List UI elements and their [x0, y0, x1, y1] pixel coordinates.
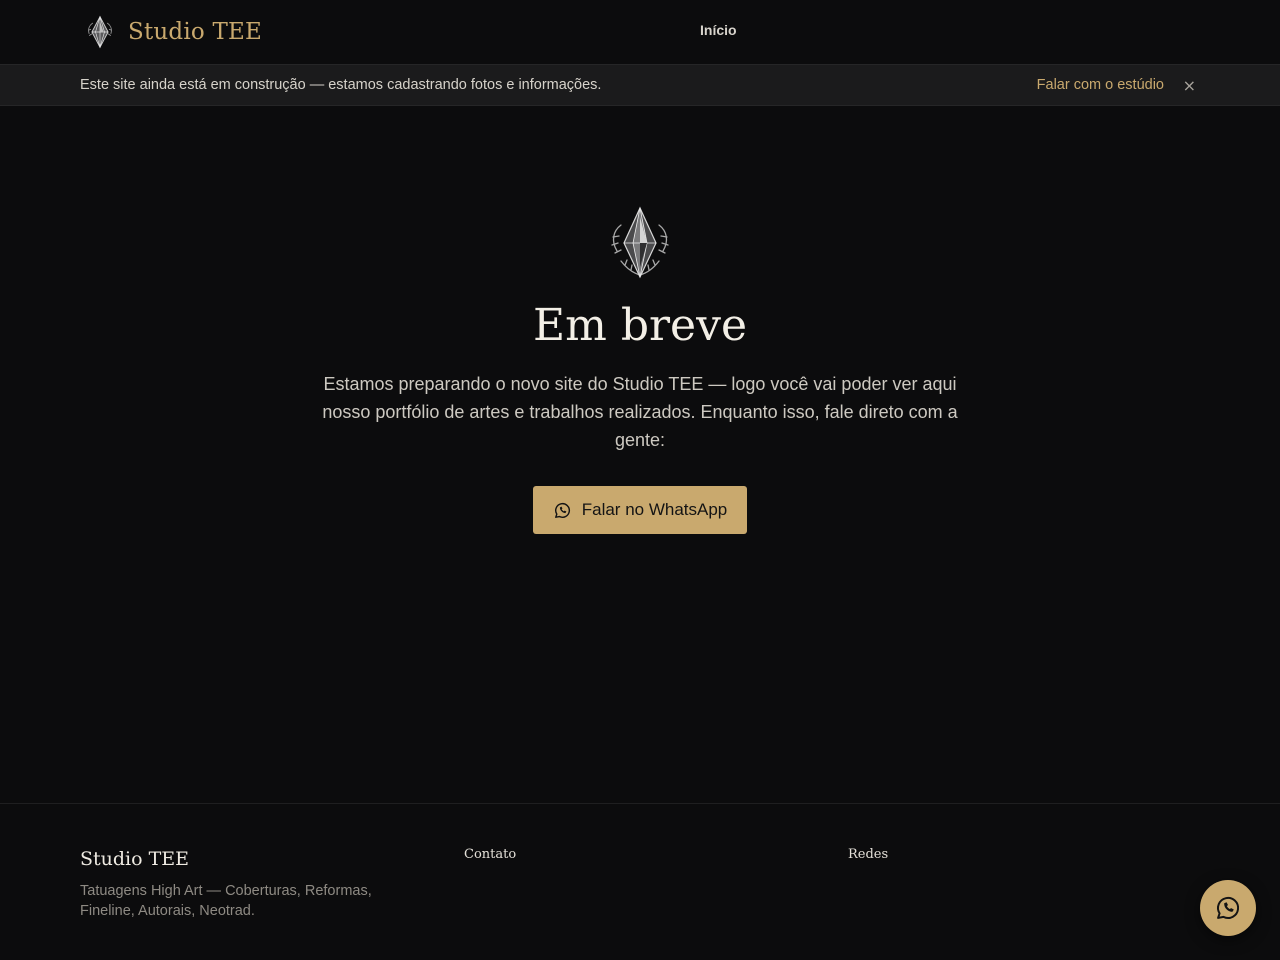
close-icon[interactable]: × [1183, 76, 1196, 95]
footer-contact-heading: Contato [464, 847, 517, 862]
brand-link[interactable]: Studio TEE [82, 12, 262, 52]
footer-tagline: Tatuagens High Art — Coberturas, Reforma… [80, 883, 372, 919]
whatsapp-icon [554, 502, 570, 518]
site-footer: Studio TEE Tatuagens High Art — Cobertur… [0, 803, 1280, 960]
nav-link-inicio[interactable]: Início [700, 22, 737, 38]
crystal-emblem-icon [88, 15, 112, 49]
contact-studio-link[interactable]: Falar com o estúdio [1037, 77, 1164, 93]
hero-title: Em breve [533, 300, 747, 351]
floating-whatsapp-button[interactable] [1200, 880, 1256, 936]
notice-text: Este site ainda está em construção — est… [80, 77, 602, 93]
whatsapp-icon [1217, 896, 1240, 919]
footer-brand-name: Studio TEE [80, 848, 190, 870]
footer-social-heading: Redes [848, 847, 889, 862]
brand-name: Studio TEE [128, 19, 262, 45]
hero-description: Estamos preparando o novo site do Studio… [322, 374, 958, 450]
construction-notice: Este site ainda está em construção — est… [0, 64, 1280, 106]
site-header: Studio TEE Início [0, 0, 1280, 64]
whatsapp-cta-button[interactable]: Falar no WhatsApp [533, 486, 747, 534]
whatsapp-cta-label: Falar no WhatsApp [581, 500, 728, 519]
crystal-emblem-icon [611, 206, 669, 279]
